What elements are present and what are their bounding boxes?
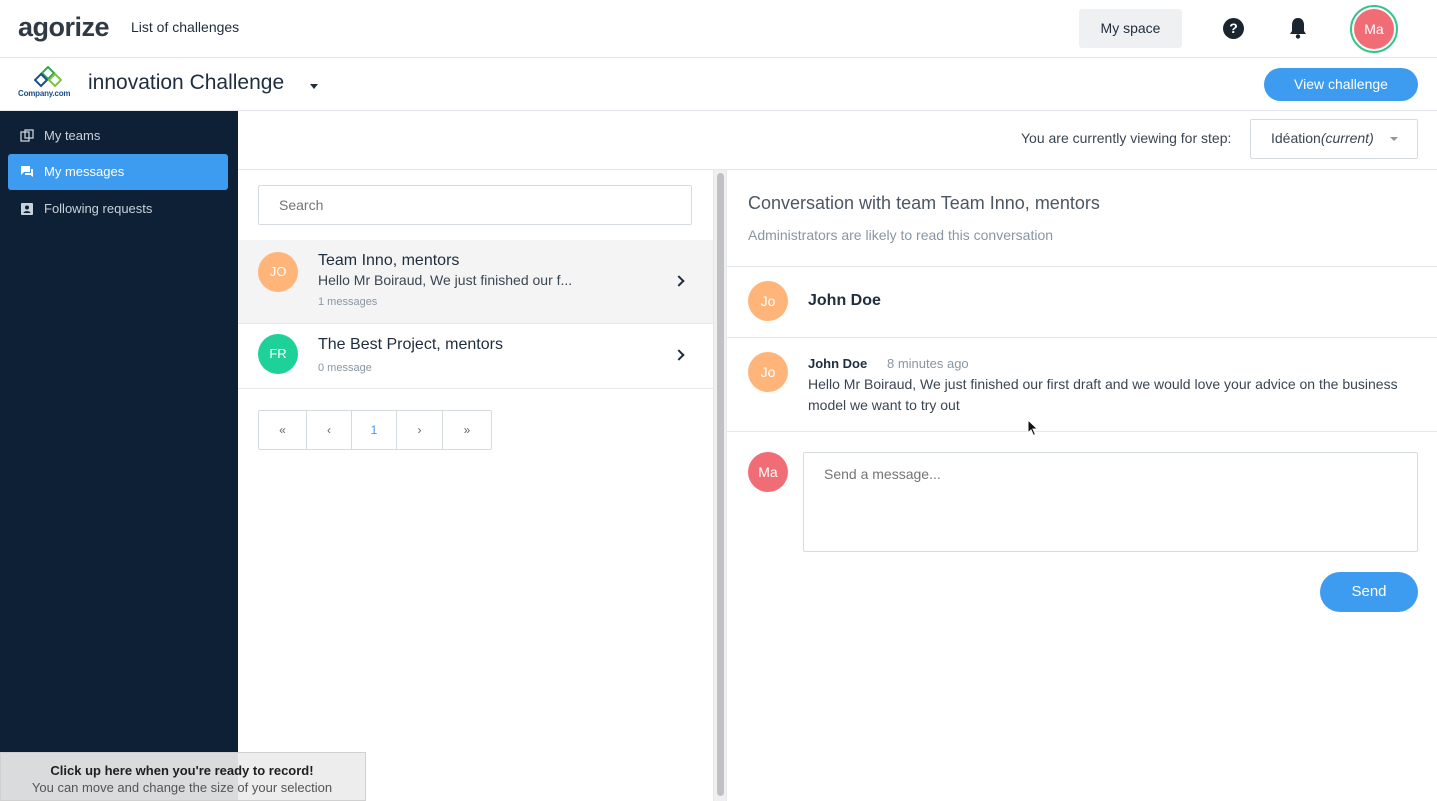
list-of-challenges-link[interactable]: List of challenges [131, 19, 239, 35]
conversation-name: Team Inno, mentors [318, 252, 460, 269]
avatar: JO [258, 252, 298, 292]
scrollbar[interactable] [713, 170, 727, 801]
message-body: Hello Mr Boiraud, We just finished our f… [808, 376, 1398, 413]
sidebar-item-my-messages[interactable]: My messages [8, 154, 228, 190]
sidebar: My teams My messages Following requests [0, 111, 238, 801]
challenge-title[interactable]: innovation Challenge [88, 71, 284, 95]
sidebar-item-label: My messages [44, 164, 125, 179]
chevron-right-icon[interactable] [673, 349, 685, 361]
user-avatar[interactable]: Ma [1350, 5, 1398, 53]
conversation-message-count: 0 message [318, 362, 372, 374]
conversation-subtitle: Administrators are likely to read this c… [748, 227, 1054, 243]
help-icon[interactable]: ? [1223, 18, 1244, 39]
step-current-tag: (current) [1320, 130, 1374, 146]
avatar: Jo [748, 352, 788, 392]
view-challenge-button[interactable]: View challenge [1264, 68, 1418, 101]
send-button[interactable]: Send [1320, 572, 1418, 612]
company-logo: Company.com [18, 66, 78, 102]
conversation-name: The Best Project, mentors [318, 336, 503, 353]
chevron-right-icon[interactable] [673, 275, 685, 287]
conversation-message-count: 1 messages [318, 296, 378, 308]
conversation-panel: Conversation with team Team Inno, mentor… [727, 170, 1437, 801]
sidebar-item-my-teams[interactable]: My teams [8, 118, 228, 154]
divider [727, 337, 1437, 338]
member-name: John Doe [808, 292, 881, 309]
my-space-button[interactable]: My space [1079, 9, 1182, 48]
top-navbar: agorize List of challenges My space ? Ma [0, 0, 1437, 58]
mouse-cursor-icon [1027, 419, 1039, 437]
caret-down-icon[interactable] [310, 84, 318, 89]
divider [727, 266, 1437, 267]
conversation-item[interactable]: JO Team Inno, mentors Hello Mr Boiraud, … [238, 240, 713, 324]
conversation-title: Conversation with team Team Inno, mentor… [748, 193, 1100, 213]
search-input[interactable] [258, 185, 692, 225]
next-page-button[interactable]: › [397, 411, 443, 449]
message-timestamp: 8 minutes ago [887, 356, 969, 371]
caret-down-icon[interactable] [1390, 137, 1398, 141]
teams-icon [20, 129, 34, 142]
recording-hint[interactable]: Click up here when you're ready to recor… [0, 752, 366, 801]
conversation-preview: Hello Mr Boiraud, We just finished our f… [318, 272, 573, 288]
message-input[interactable] [803, 452, 1418, 552]
message-author: John Doe [808, 356, 868, 371]
recording-hint-subtitle: You can move and change the size of your… [31, 780, 333, 795]
messages-icon [21, 166, 33, 177]
divider [727, 431, 1437, 432]
company-logo-text: Company.com [18, 89, 71, 98]
sidebar-item-label: My teams [44, 128, 101, 143]
step-bar: You are currently viewing for step: Idéa… [238, 111, 1437, 170]
first-page-button[interactable]: « [259, 411, 307, 449]
step-value: Idéation [1271, 130, 1321, 146]
company-logo-icon [34, 66, 62, 88]
conversation-list: JO Team Inno, mentors Hello Mr Boiraud, … [238, 170, 713, 801]
page-1-button[interactable]: 1 [352, 411, 397, 449]
sidebar-item-following-requests[interactable]: Following requests [8, 191, 228, 227]
sidebar-item-label: Following requests [44, 201, 153, 216]
avatar: Jo [748, 281, 788, 321]
bell-icon[interactable] [1288, 17, 1308, 39]
last-page-button[interactable]: » [443, 411, 491, 449]
recording-hint-title: Click up here when you're ready to recor… [50, 763, 314, 778]
scrollbar-thumb[interactable] [717, 173, 724, 796]
avatar: Ma [748, 452, 788, 492]
avatar: FR [258, 334, 298, 374]
challenge-header: Company.com innovation Challenge View ch… [0, 58, 1437, 111]
user-avatar-initials: Ma [1354, 9, 1394, 49]
prev-page-button[interactable]: ‹ [307, 411, 352, 449]
step-label: You are currently viewing for step: [1021, 130, 1232, 146]
pagination: « ‹ 1 › » [258, 410, 492, 450]
conversation-item[interactable]: FR The Best Project, mentors 0 message [238, 324, 713, 389]
agorize-logo[interactable]: agorize [18, 12, 110, 43]
requests-icon [21, 203, 33, 215]
